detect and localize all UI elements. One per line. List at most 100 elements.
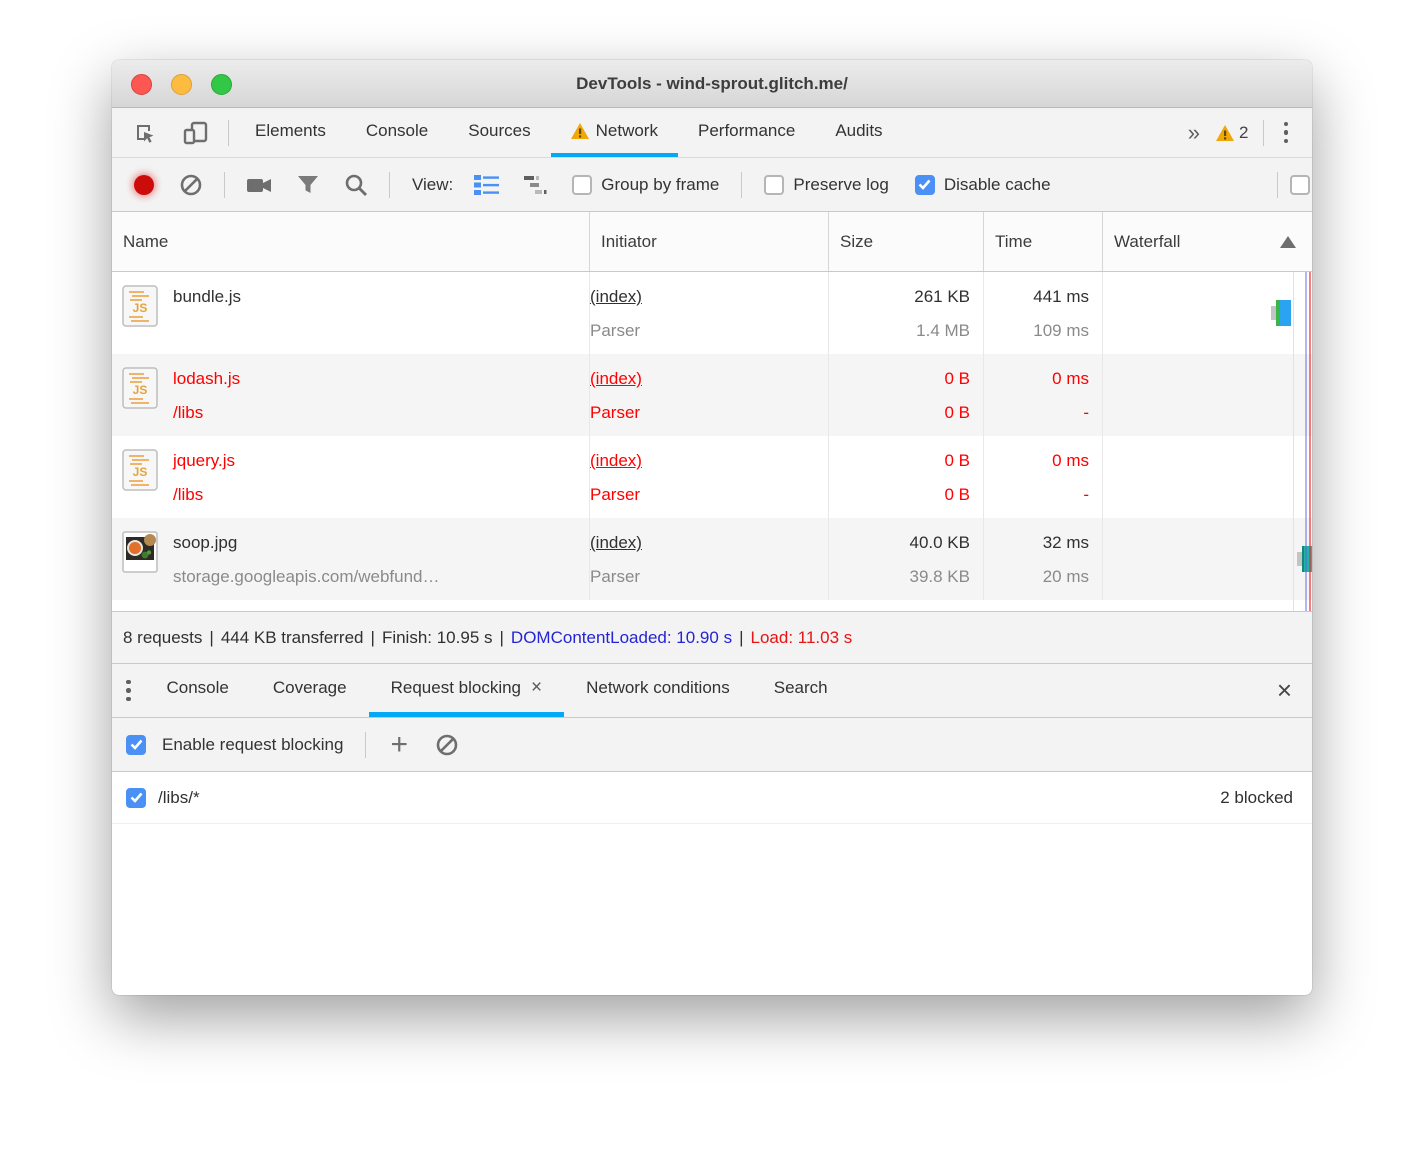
initiator-type: Parser <box>590 567 641 586</box>
drawer-tab-request-blocking[interactable]: Request blocking × <box>368 664 565 717</box>
size-transferred: 0 B <box>944 369 970 388</box>
column-header-time[interactable]: Time <box>984 212 1103 271</box>
initiator-type: Parser <box>590 321 641 340</box>
tab-network[interactable]: Network <box>550 108 678 157</box>
zoom-window-button[interactable] <box>211 74 232 95</box>
checkmark-icon <box>918 179 931 190</box>
table-row-bundle-js[interactable]: JS bundle.js (index) Parser 261 KB 1.4 M… <box>112 272 1312 354</box>
use-large-rows-toggle[interactable] <box>465 174 508 196</box>
minimize-window-button[interactable] <box>171 74 192 95</box>
column-header-waterfall[interactable]: Waterfall <box>1103 212 1312 271</box>
tab-sources[interactable]: Sources <box>448 108 550 157</box>
waterfall-view-icon <box>524 175 547 194</box>
initiator-link[interactable]: (index) <box>590 451 642 470</box>
tab-elements[interactable]: Elements <box>235 108 346 157</box>
disable-cache-label: Disable cache <box>943 174 1051 194</box>
initiator-type: Parser <box>590 403 641 422</box>
enable-request-blocking-label: Enable request blocking <box>162 734 344 754</box>
toggle-device-toolbar-button[interactable] <box>170 108 222 157</box>
list-view-icon <box>474 174 500 195</box>
remove-all-patterns-button[interactable] <box>426 733 468 757</box>
size-transferred: 0 B <box>944 451 970 470</box>
warning-icon <box>1216 124 1235 141</box>
blocked-pattern-row[interactable]: /libs/* 2 blocked <box>112 772 1312 824</box>
time-latency: 109 ms <box>1033 321 1089 340</box>
request-path: /libs <box>173 403 204 422</box>
close-tab-icon[interactable]: × <box>531 677 542 699</box>
disable-cache-checkbox[interactable] <box>914 174 935 195</box>
group-by-frame-checkbox[interactable] <box>572 174 593 195</box>
titlebar: DevTools - wind-sprout.glitch.me/ <box>112 60 1312 108</box>
tab-console[interactable]: Console <box>346 108 448 157</box>
table-row-jquery-js[interactable]: JS jquery.js /libs (index) Parser 0 B 0 … <box>112 436 1312 518</box>
request-name: jquery.js <box>173 451 236 470</box>
warning-count: 2 <box>1239 122 1249 142</box>
time-total: 441 ms <box>1033 287 1089 306</box>
drawer-tab-search[interactable]: Search <box>752 664 850 717</box>
column-header-size[interactable]: Size <box>829 212 984 271</box>
separator <box>365 731 367 758</box>
size-resource: 0 B <box>944 485 970 504</box>
disable-cache-control[interactable]: Disable cache <box>905 174 1061 195</box>
initiator-link[interactable]: (index) <box>590 369 642 388</box>
camera-icon <box>247 178 271 192</box>
column-header-initiator[interactable]: Initiator <box>590 212 829 271</box>
group-by-frame-control[interactable]: Group by frame <box>562 174 729 195</box>
preserve-log-control[interactable]: Preserve log <box>754 174 898 195</box>
js-file-icon: JS <box>122 367 158 409</box>
close-drawer-button[interactable]: × <box>1257 664 1312 717</box>
warnings-counter[interactable]: 2 <box>1208 123 1256 143</box>
preserve-log-checkbox[interactable] <box>764 174 785 195</box>
load-event-line <box>1309 272 1311 611</box>
drawer-tab-coverage[interactable]: Coverage <box>251 664 369 717</box>
table-row-soop-jpg[interactable]: soop.jpg storage.googleapis.com/webfund…… <box>112 518 1312 600</box>
more-tabs-button[interactable]: » <box>1178 120 1208 146</box>
request-table-body: JS bundle.js (index) Parser 261 KB 1.4 M… <box>112 272 1312 612</box>
column-header-name[interactable]: Name <box>112 212 590 271</box>
capture-screenshots-button[interactable] <box>237 174 281 196</box>
add-pattern-button[interactable]: + <box>378 729 420 760</box>
search-button[interactable] <box>335 173 377 197</box>
tab-performance[interactable]: Performance <box>678 108 815 157</box>
drawer-menu-button[interactable] <box>112 664 145 717</box>
tab-audits[interactable]: Audits <box>815 108 902 157</box>
pattern-enabled-checkbox[interactable] <box>126 787 146 808</box>
separator <box>741 171 743 198</box>
offline-checkbox[interactable] <box>1290 174 1310 195</box>
record-network-log-button[interactable] <box>134 174 154 195</box>
checkmark-icon <box>130 792 142 803</box>
separator <box>389 171 390 198</box>
clear-button[interactable] <box>170 173 212 197</box>
group-by-frame-label: Group by frame <box>601 174 720 194</box>
separator <box>228 119 229 146</box>
table-row-lodash-js[interactable]: JS lodash.js /libs (index) Parser 0 B 0 … <box>112 354 1312 436</box>
time-latency: 20 ms <box>1042 567 1089 586</box>
request-table-header: Name Initiator Size Time Waterfall <box>112 212 1312 272</box>
svg-text:JS: JS <box>133 301 148 315</box>
size-transferred: 261 KB <box>914 287 970 306</box>
dom-content-loaded-time: DOMContentLoaded: 10.90 s <box>510 627 733 647</box>
warning-icon <box>570 122 589 139</box>
block-icon <box>436 734 458 755</box>
filter-funnel-icon <box>298 175 318 193</box>
checkmark-icon <box>130 739 142 750</box>
time-total: 0 ms <box>1052 369 1089 388</box>
drawer-tab-network-conditions[interactable]: Network conditions <box>564 664 752 717</box>
js-file-icon: JS <box>122 449 158 491</box>
initiator-link[interactable]: (index) <box>590 533 642 552</box>
inspect-element-button[interactable] <box>120 108 170 157</box>
enable-request-blocking-checkbox[interactable] <box>126 734 146 755</box>
search-icon <box>345 174 367 196</box>
request-path: storage.googleapis.com/webfund… <box>173 567 440 586</box>
main-tabbar: Elements Console Sources Network Perform… <box>112 108 1312 158</box>
request-path: /libs <box>173 485 204 504</box>
dom-content-loaded-event-line <box>1305 272 1307 611</box>
show-overview-toggle[interactable] <box>514 174 556 196</box>
clear-icon <box>180 174 202 195</box>
close-window-button[interactable] <box>131 74 152 95</box>
initiator-type: Parser <box>590 485 641 504</box>
initiator-link[interactable]: (index) <box>590 287 642 306</box>
drawer-tab-console[interactable]: Console <box>145 664 251 717</box>
filter-button[interactable] <box>287 173 329 197</box>
devtools-menu-button[interactable] <box>1270 121 1303 144</box>
